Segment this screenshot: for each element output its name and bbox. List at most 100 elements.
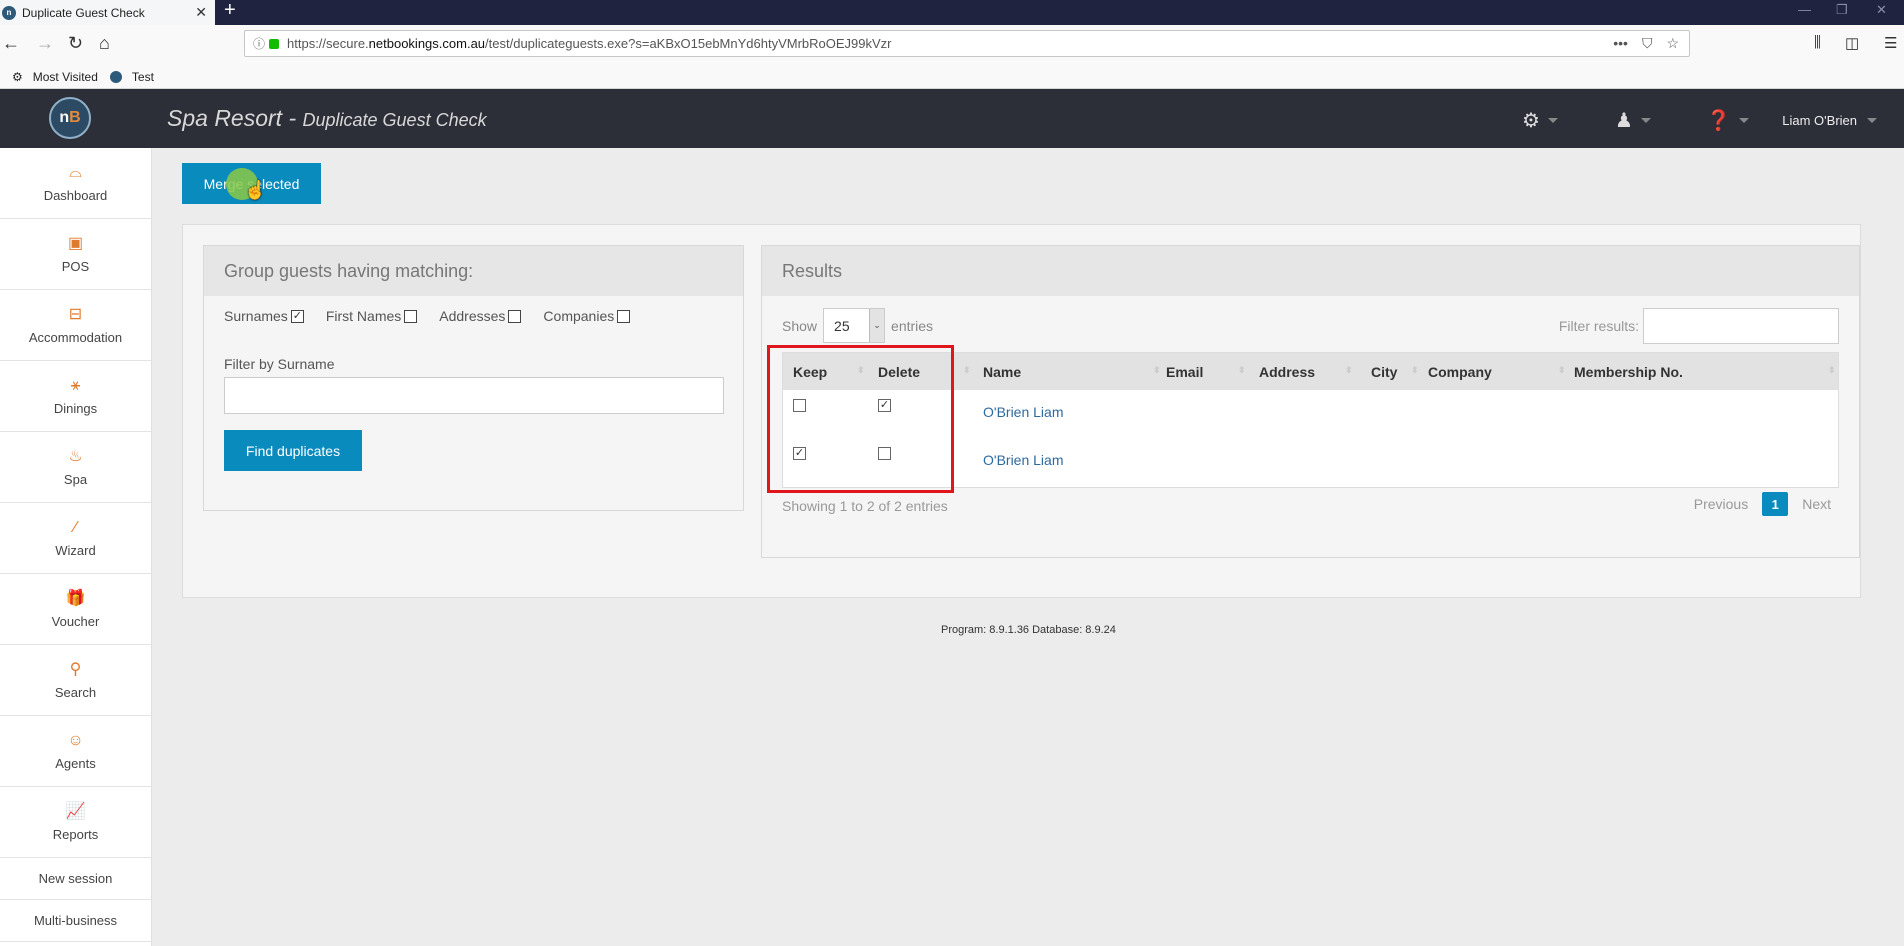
first-names-checkbox[interactable] [404,309,418,323]
sidebar-item-pos[interactable]: ▣ POS [0,219,151,290]
guest-name-link[interactable]: O'Brien Liam [983,452,1063,468]
menu-icon[interactable]: ☰ [1884,34,1897,52]
version-footer: Program: 8.9.1.36 Database: 8.9.24 [941,624,1116,636]
sidebar-item-label: Search [54,684,97,700]
guest-name-link[interactable]: O'Brien Liam [983,404,1063,420]
filter-results-label: Filter results: [1558,318,1639,334]
option-companies[interactable]: Companies [543,308,631,324]
annotation-highlight-box [767,345,954,493]
bookmark-label: Most Visited [32,69,98,84]
column-email[interactable]: Email [1166,364,1203,380]
sidebar-item-wizard[interactable]: ⁄ Wizard [0,503,151,574]
library-icon[interactable]: ⫼ [1814,34,1821,51]
sort-icon: ⬍ [1411,365,1419,375]
business-name: Spa Resort - [167,105,303,131]
sidebar-item-label: Spa [63,471,88,487]
sidebar-link-new-session[interactable]: New session [0,858,151,900]
user-menu[interactable]: Liam O'Brien [1782,113,1877,128]
home-button[interactable]: ⌂ [99,33,110,54]
filter-results-input[interactable] [1643,308,1839,344]
bookmarks-bar: ⚙ Most Visited Test [0,65,1904,89]
sidebar-item-accommodation[interactable]: ⊟ Accommodation [0,290,151,361]
option-first-names[interactable]: First Names [326,308,418,324]
close-window-button[interactable]: ✕ [1876,2,1887,18]
column-company[interactable]: Company [1428,364,1492,380]
sidebar-item-dinings[interactable]: ⚹ Dinings [0,361,151,432]
page-1-button[interactable]: 1 [1762,492,1789,516]
tab-close-icon[interactable]: ✕ [195,4,207,21]
settings-menu[interactable]: ⚙ [1522,108,1558,133]
search-icon: ⚲ [69,660,82,678]
browser-navbar: ← → ↻ ⌂ ⓘ https://secure. netbookings.com… [0,25,1904,65]
reload-button[interactable]: ↻ [68,33,83,54]
sidebar-item-agents[interactable]: ☺ Agents [0,716,151,787]
column-name[interactable]: Name [983,364,1021,380]
sidebar-link-multi-business[interactable]: Multi-business [0,900,151,942]
caret-down-icon [1547,118,1558,123]
previous-button[interactable]: Previous [1694,496,1748,512]
url-host: netbookings.com.au [368,36,486,51]
column-city[interactable]: City [1371,364,1397,380]
agent-menu[interactable]: ♟ [1615,108,1651,133]
sidebar-item-dashboard[interactable]: ⌓ Dashboard [0,148,151,219]
app-logo[interactable]: nB [49,97,91,139]
group-guests-panel: Group guests having matching: Surnames ✓ … [203,245,744,511]
sidebar-item-voucher[interactable]: 🎁 Voucher [0,574,151,645]
sort-icon: ⬍ [1153,365,1161,375]
filter-surname-input[interactable] [224,377,724,414]
page-size-select[interactable]: 25 ⌄ [823,308,886,343]
sidebar-item-label: Accommodation [28,329,123,345]
column-membership[interactable]: Membership No. [1574,364,1683,380]
match-options: Surnames ✓ First Names Addresses Companie… [224,308,631,324]
browser-tab[interactable]: n Duplicate Guest Check ✕ [0,0,215,25]
sidebar-item-label: Reports [52,826,99,842]
bookmark-label: Test [131,69,154,84]
url-bar[interactable]: ⓘ https://secure. netbookings.com.au/test… [244,30,1690,57]
sort-icon: ⬍ [1345,365,1353,375]
sidebar-item-label: Agents [55,755,96,771]
favicon-icon [109,70,122,83]
help-menu[interactable]: ❓ [1706,108,1749,133]
caret-down-icon [1738,118,1749,123]
sidebar-item-spa[interactable]: ♨ Spa [0,432,151,503]
sidebar-item-label: POS [61,258,90,274]
dashboard-icon: ⌓ [69,163,82,181]
group-panel-title: Group guests having matching: [204,246,743,296]
back-button[interactable]: ← [2,33,20,54]
sort-icon: ⬍ [963,365,971,375]
ninja-icon: ♟ [1615,110,1633,132]
sidebar-item-label: Dinings [53,400,98,416]
addresses-checkbox[interactable] [508,309,522,323]
option-surnames[interactable]: Surnames ✓ [224,308,304,324]
find-duplicates-button[interactable]: Find duplicates [224,430,362,471]
agent-icon: ☺ [67,731,84,749]
option-addresses[interactable]: Addresses [439,308,522,324]
sort-icon: ⬍ [1828,365,1836,375]
restore-button[interactable]: ❐ [1836,2,1848,18]
info-icon[interactable]: ⓘ [253,35,265,52]
bed-icon: ⊟ [68,305,83,323]
logo-n: n [59,109,70,126]
forward-button[interactable]: → [36,33,54,54]
new-tab-button[interactable]: + [224,0,236,20]
companies-checkbox[interactable] [617,309,631,323]
sidebar-link-label: Multi-business [33,913,118,928]
sort-icon: ⬍ [1238,365,1246,375]
bookmark-star-icon[interactable]: ☆ [1666,35,1679,52]
minimize-button[interactable]: — [1798,2,1811,17]
column-address[interactable]: Address [1259,364,1315,380]
sidebar-item-label: Dashboard [43,187,108,203]
sidebar-item-search[interactable]: ⚲ Search [0,645,151,716]
pocket-icon[interactable]: ⛉ [1642,35,1653,52]
surnames-checkbox[interactable]: ✓ [290,309,304,323]
sidebar-toggle-icon[interactable]: ◫ [1845,34,1859,52]
sidebar: ⌓ Dashboard ▣ POS ⊟ Accommodation ⚹ Dinings … [0,148,152,946]
sidebar-item-reports[interactable]: 📈 Reports [0,787,151,858]
bookmark-test[interactable]: Test [104,70,154,84]
sort-icon: ⬍ [1558,365,1566,375]
entries-label: entries [891,317,934,334]
sidebar-item-label: Voucher [51,613,100,629]
bookmark-most-visited[interactable]: ⚙ Most Visited [6,70,98,84]
page-actions-icon[interactable]: ••• [1613,35,1628,52]
next-button[interactable]: Next [1802,496,1831,512]
